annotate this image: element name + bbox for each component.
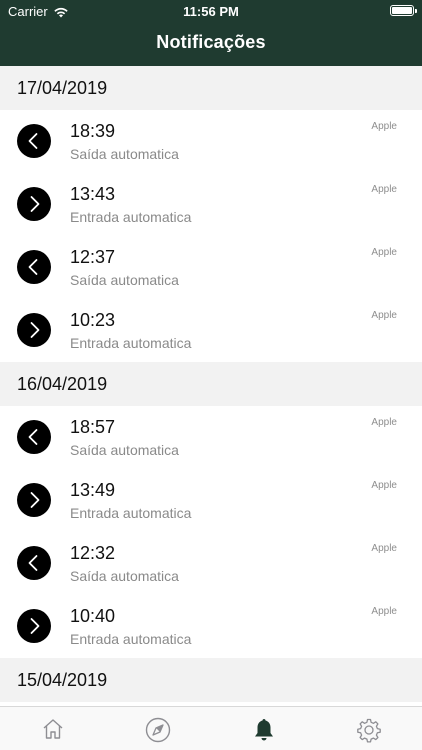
tab-bar: [0, 706, 422, 750]
page-title: Notificações: [156, 32, 266, 52]
navigation-icon: [145, 717, 170, 743]
entry-arrow-icon: [17, 609, 51, 643]
notification-source: Apple: [371, 480, 397, 491]
notification-row[interactable]: 18:57 Saída automatica Apple: [0, 406, 422, 469]
notification-row[interactable]: 10:40 Entrada automatica Apple: [0, 595, 422, 658]
notification-description: Saída automatica: [70, 568, 179, 584]
notification-row[interactable]: 10:23 Entrada automatica Apple: [0, 299, 422, 362]
status-time: 11:56 PM: [183, 4, 239, 19]
entry-arrow-icon: [17, 187, 51, 221]
notification-description: Entrada automatica: [70, 631, 192, 647]
notification-time: 18:39: [70, 121, 116, 141]
tab-home[interactable]: [0, 707, 105, 750]
notification-time: 10:40: [70, 606, 116, 626]
bell-icon: [254, 719, 273, 741]
exit-arrow-icon: [17, 124, 51, 158]
notification-source: Apple: [371, 184, 397, 195]
notification-source: Apple: [371, 417, 397, 428]
tab-notifications[interactable]: [211, 707, 316, 750]
notification-description: Entrada automatica: [70, 505, 192, 521]
entry-arrow-icon: [17, 313, 51, 347]
notification-source: Apple: [371, 310, 397, 321]
notification-description: Saída automatica: [70, 272, 179, 288]
entry-arrow-icon: [17, 483, 51, 517]
section-date-header: 15/04/2019: [0, 658, 422, 702]
notification-description: Entrada automatica: [70, 209, 192, 225]
notification-description: Saída automatica: [70, 146, 179, 162]
battery-icon: [390, 5, 417, 16]
notification-time: 10:23: [70, 310, 116, 330]
home-icon: [43, 719, 62, 739]
notification-time: 12:37: [70, 247, 116, 267]
notification-row[interactable]: 12:37 Saída automatica Apple: [0, 236, 422, 299]
notification-row[interactable]: 18:39 Saída automatica Apple: [0, 110, 422, 173]
exit-arrow-icon: [17, 546, 51, 580]
notification-time: 13:49: [70, 480, 116, 500]
exit-arrow-icon: [17, 250, 51, 284]
notification-description: Saída automatica: [70, 442, 179, 458]
section-date-header: 16/04/2019: [0, 362, 422, 406]
notification-time: 18:57: [70, 417, 116, 437]
notification-source: Apple: [371, 121, 397, 132]
notification-source: Apple: [371, 247, 397, 258]
status-right: [390, 4, 417, 19]
exit-arrow-icon: [17, 420, 51, 454]
notification-source: Apple: [371, 543, 397, 554]
notification-row[interactable]: 13:43 Entrada automatica Apple: [0, 173, 422, 236]
screen: Carrier 11:56 PM Notificações 17/04/2019…: [0, 0, 422, 750]
tab-navigation[interactable]: [105, 707, 210, 750]
notification-time: 13:43: [70, 184, 116, 204]
notification-row[interactable]: 13:49 Entrada automatica Apple: [0, 469, 422, 532]
header: Carrier 11:56 PM Notificações: [0, 0, 422, 66]
notifications-list[interactable]: 17/04/2019 18:39 Saída automatica Apple 13:4…: [0, 66, 422, 706]
notification-source: Apple: [371, 606, 397, 617]
gear-icon: [356, 718, 381, 743]
tab-settings[interactable]: [316, 707, 421, 750]
notification-time: 12:32: [70, 543, 116, 563]
notification-description: Entrada automatica: [70, 335, 192, 351]
status-bar: Carrier 11:56 PM: [0, 0, 422, 22]
section-date-header: 17/04/2019: [0, 66, 422, 110]
notification-row[interactable]: 12:32 Saída automatica Apple: [0, 532, 422, 595]
